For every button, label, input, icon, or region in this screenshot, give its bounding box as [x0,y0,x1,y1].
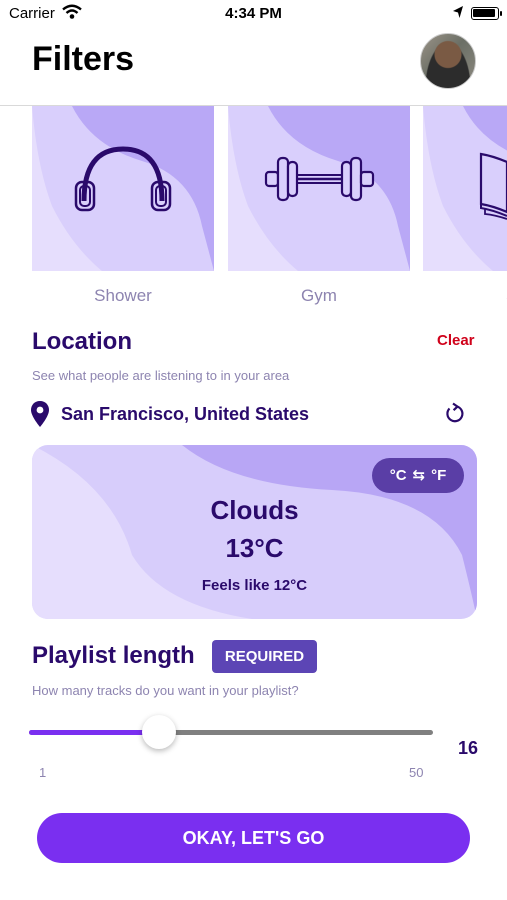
battery-icon [471,7,502,20]
slider-fill [29,730,160,735]
map-pin-icon [31,401,49,427]
playlist-length-title: Playlist length [32,642,195,669]
location-title: Location [32,328,132,355]
location-city: San Francisco, United States [61,404,310,424]
status-bar: Carrier 4:34 PM [0,0,507,30]
activity-label-gym: Gym [301,286,337,305]
weather-temperature: 13°C [225,533,284,563]
activity-card-gym[interactable] [228,106,410,271]
location-subtitle: See what people are listening to in your… [32,368,290,383]
page-title: Filters [32,40,135,78]
slider-value: 16 [458,738,479,758]
headphones-icon [74,146,172,212]
unit-toggle-button[interactable]: °C ⇆ °F [372,458,464,493]
clock: 4:34 PM [225,5,282,22]
activity-card-shower[interactable] [32,106,214,271]
avatar[interactable] [420,33,476,89]
weather-condition: Clouds [210,495,299,525]
playlist-length-slider[interactable] [29,712,435,752]
location-arrow-icon [452,5,464,23]
header: Filters [0,30,507,106]
weather-feels-like: Feels like 12°C [201,577,308,594]
slider-max-label: 50 [409,765,424,780]
slider-min-label: 1 [39,765,47,780]
activity-label-study: St [423,286,507,306]
slider-thumb[interactable] [142,715,177,749]
required-badge: REQUIRED [212,640,317,673]
dumbbell-icon [264,156,375,202]
location-row[interactable]: San Francisco, United States [30,400,470,430]
activity-card-study[interactable] [423,106,507,271]
weather-card: °C ⇆ °F Clouds 13°C Feels like 12°C [32,445,477,619]
unit-celsius-label: °C [389,467,407,484]
swap-arrows-icon: ⇆ [412,467,426,484]
okay-lets-go-button[interactable]: OKAY, LET'S GO [37,813,470,863]
book-icon [479,152,507,220]
activity-label-shower: Shower [94,286,152,305]
playlist-length-subtitle: How many tracks do you want in your play… [32,683,299,698]
clear-button[interactable]: Clear [437,332,475,349]
unit-fahrenheit-label: °F [431,467,447,484]
activity-carousel[interactable]: Shower Gym St [0,106,507,321]
refresh-icon[interactable] [443,402,465,426]
